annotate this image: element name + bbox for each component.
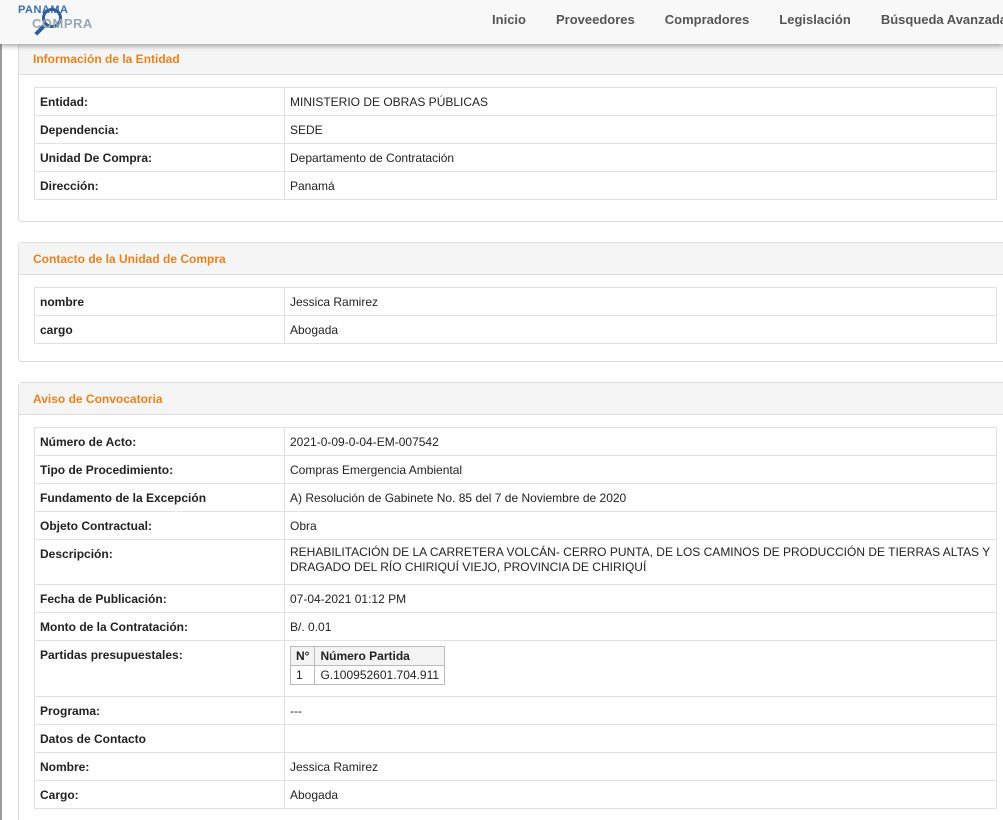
field-value: Compras Emergencia Ambiental	[284, 455, 997, 484]
logo-text-bottom: COMPRA	[32, 16, 93, 31]
field-label: Entidad:	[34, 87, 285, 116]
left-border-divider	[0, 44, 2, 820]
field-label: Dependencia:	[34, 115, 285, 144]
table-row: Monto de la Contratación: B/. 0.01	[34, 612, 997, 641]
field-label: Tipo de Procedimiento:	[34, 455, 285, 484]
field-label: Dirección:	[34, 171, 285, 200]
budget-items-table: N° Número Partida 1 G.100952601.704.911	[289, 646, 446, 685]
field-value: 07-04-2021 01:12 PM	[284, 584, 997, 613]
field-value: Jessica Ramirez	[284, 752, 997, 781]
table-row: Fecha de Publicación: 07-04-2021 01:12 P…	[34, 584, 997, 613]
field-value	[284, 724, 997, 753]
field-value: Departamento de Contratación	[284, 143, 997, 172]
table-header-row: N° Número Partida	[289, 646, 446, 666]
field-value: Abogada	[284, 780, 997, 809]
column-header: Número Partida	[314, 646, 446, 666]
table-row: Dirección: Panamá	[34, 171, 997, 200]
page-content: Información de la Entidad Entidad: MINIS…	[0, 44, 1003, 820]
panel-title: Aviso de Convocatoria	[19, 383, 1003, 415]
field-label: Datos de Contacto	[34, 724, 285, 753]
field-value: 2021-0-09-0-04-EM-007542	[284, 427, 997, 456]
panel-title: Contacto de la Unidad de Compra	[19, 243, 1003, 275]
table-row: Nombre: Jessica Ramirez	[34, 752, 997, 781]
nav-legislacion[interactable]: Legislación	[779, 12, 851, 27]
table-row: Objeto Contractual: Obra	[34, 511, 997, 540]
field-value: N° Número Partida 1 G.100952601.704.911	[284, 640, 997, 697]
field-value: Jessica Ramirez	[284, 287, 997, 316]
field-value: Abogada	[284, 315, 997, 344]
table-row: Cargo: Abogada	[34, 780, 997, 809]
field-label: Número de Acto:	[34, 427, 285, 456]
field-value: MINISTERIO DE OBRAS PÚBLICAS	[284, 87, 997, 116]
field-value: B/. 0.01	[284, 612, 997, 641]
entity-info-table: Entidad: MINISTERIO DE OBRAS PÚBLICAS De…	[34, 87, 997, 200]
field-label: Descripción:	[34, 539, 285, 585]
table-row: Fundamento de la Excepción A) Resolución…	[34, 483, 997, 512]
field-label: Objeto Contractual:	[34, 511, 285, 540]
nav-proveedores[interactable]: Proveedores	[556, 12, 635, 27]
field-label: Nombre:	[34, 752, 285, 781]
purchase-unit-contact-panel: Contacto de la Unidad de Compra nombre J…	[18, 242, 1003, 362]
table-row: Descripción: REHABILITACIÓN DE LA CARRET…	[34, 539, 997, 585]
main-menu: Inicio Proveedores Compradores Legislaci…	[462, 12, 1003, 27]
table-row: nombre Jessica Ramirez	[34, 287, 997, 316]
field-label: Programa:	[34, 696, 285, 725]
field-label: Monto de la Contratación:	[34, 612, 285, 641]
column-header: N°	[289, 646, 316, 666]
field-label: Unidad De Compra:	[34, 143, 285, 172]
field-value: A) Resolución de Gabinete No. 85 del 7 d…	[284, 483, 997, 512]
table-row: Tipo de Procedimiento: Compras Emergenci…	[34, 455, 997, 484]
contact-table: nombre Jessica Ramirez cargo Abogada	[34, 287, 997, 344]
table-row: Número de Acto: 2021-0-09-0-04-EM-007542	[34, 427, 997, 456]
field-label: Fecha de Publicación:	[34, 584, 285, 613]
call-notice-table: Número de Acto: 2021-0-09-0-04-EM-007542…	[34, 427, 997, 809]
nav-inicio[interactable]: Inicio	[492, 12, 526, 27]
nav-busqueda-avanzada[interactable]: Búsqueda Avanzada	[881, 12, 1003, 27]
table-row: Dependencia: SEDE	[34, 115, 997, 144]
field-label: Cargo:	[34, 780, 285, 809]
panel-title: Información de la Entidad	[19, 44, 1003, 75]
field-label: Partidas presupuestales:	[34, 640, 285, 697]
table-cell: G.100952601.704.911	[314, 665, 446, 685]
top-navigation-bar: PANAMA COMPRA Inicio Proveedores Comprad…	[0, 0, 1003, 44]
field-value: SEDE	[284, 115, 997, 144]
field-label: nombre	[34, 287, 285, 316]
field-value: Obra	[284, 511, 997, 540]
nav-compradores[interactable]: Compradores	[665, 12, 750, 27]
table-row: Programa: ---	[34, 696, 997, 725]
panamacompra-logo[interactable]: PANAMA COMPRA	[14, 2, 104, 42]
entity-info-panel: Información de la Entidad Entidad: MINIS…	[18, 44, 1003, 222]
field-value: REHABILITACIÓN DE LA CARRETERA VOLCÁN- C…	[284, 539, 997, 585]
call-notice-panel: Aviso de Convocatoria Número de Acto: 20…	[18, 382, 1003, 820]
table-cell: 1	[289, 665, 316, 685]
field-label: Fundamento de la Excepción	[34, 483, 285, 512]
field-value: ---	[284, 696, 997, 725]
table-row: 1 G.100952601.704.911	[289, 665, 446, 685]
table-row: Datos de Contacto	[34, 724, 997, 753]
table-row: Unidad De Compra: Departamento de Contra…	[34, 143, 997, 172]
field-label: cargo	[34, 315, 285, 344]
field-value: Panamá	[284, 171, 997, 200]
table-row: Partidas presupuestales: N° Número Parti…	[34, 640, 997, 697]
table-row: cargo Abogada	[34, 315, 997, 344]
table-row: Entidad: MINISTERIO DE OBRAS PÚBLICAS	[34, 87, 997, 116]
